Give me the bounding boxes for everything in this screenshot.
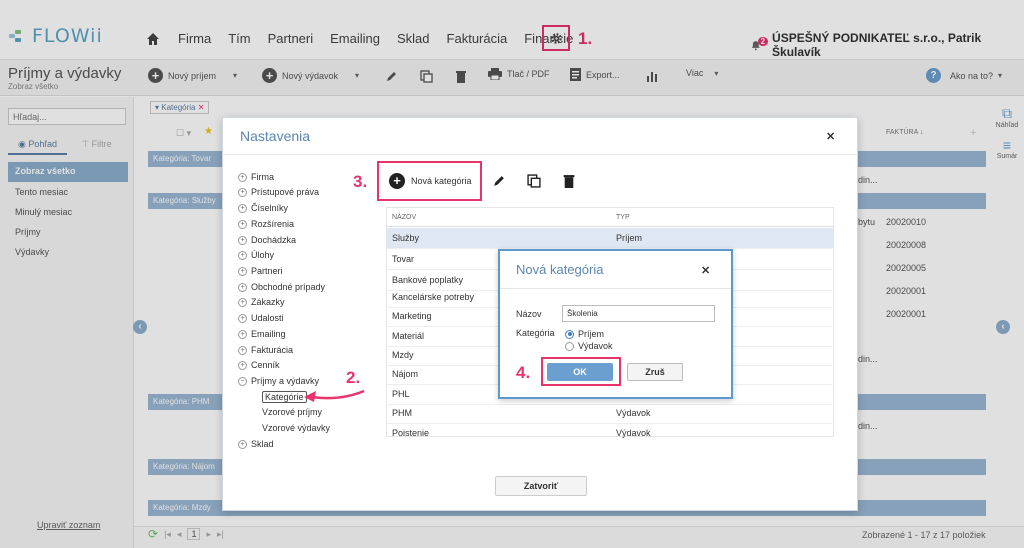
trash-icon[interactable]	[562, 174, 576, 188]
copy-icon[interactable]	[527, 174, 541, 188]
plus-circle-icon: +	[238, 172, 247, 182]
cell-name: Bankové poplatky	[392, 275, 464, 285]
tree-item-label: Prístupové práva	[251, 187, 320, 197]
plus-circle-icon: +	[238, 329, 247, 339]
cell-name: Marketing	[392, 311, 432, 321]
tree-subitem-template-income[interactable]: Vzorové príjmy	[262, 407, 322, 417]
tree-item-partners[interactable]: + Partneri	[238, 266, 283, 276]
tree-subitem-template-expenses[interactable]: Vzorové výdavky	[262, 423, 330, 433]
tree-item-label: Číselníky	[251, 203, 289, 213]
tree-item-firma[interactable]: + Firma	[238, 172, 274, 182]
edit-icon[interactable]	[492, 174, 506, 188]
cell-name: Služby	[392, 233, 420, 243]
plus-icon: +	[389, 173, 405, 189]
divider	[500, 288, 731, 289]
tree-item-attendance[interactable]: + Dochádzka	[238, 235, 296, 245]
cell-name: Nájom	[392, 369, 419, 379]
tree-item-label: Obchodné prípady	[251, 282, 326, 292]
cell-name: Kancelárske potreby	[392, 292, 475, 302]
radio-expense[interactable]: Výdavok	[565, 341, 613, 351]
tree-item-label: Udalosti	[251, 313, 284, 323]
cell-name: Mzdy	[392, 350, 414, 360]
callout-4: 4.	[516, 363, 531, 382]
plus-circle-icon: +	[238, 282, 247, 292]
column-header-name[interactable]: NÁZOV	[392, 214, 416, 221]
tree-item-emailing[interactable]: + Emailing	[238, 329, 286, 339]
tree-item-label: Sklad	[251, 439, 274, 449]
tree-item-warehouse[interactable]: + Sklad	[238, 439, 274, 449]
cell-name: Poistenie	[392, 428, 430, 438]
tree-item-codelists[interactable]: + Číselníky	[238, 203, 288, 213]
tree-item-label: Cenník	[251, 360, 280, 370]
cell-name: Tovar	[392, 254, 415, 264]
tree-item-label: Firma	[251, 172, 274, 182]
plus-circle-icon: +	[238, 235, 247, 245]
tree-item-label: Rozšírenia	[251, 219, 295, 229]
tree-item-invoicing[interactable]: + Fakturácia	[238, 345, 293, 355]
plus-circle-icon: +	[238, 345, 247, 355]
tree-item-label: Partneri	[251, 266, 283, 276]
close-button[interactable]: Zatvoriť	[495, 476, 587, 496]
tree-item-extensions[interactable]: + Rozšírenia	[238, 219, 294, 229]
cell-type: Príjem	[616, 233, 643, 243]
tree-item-events[interactable]: + Udalosti	[238, 313, 284, 323]
ok-button[interactable]: OK	[547, 363, 613, 381]
name-label: Názov	[516, 309, 542, 319]
tree-item-label: Zákazky	[251, 297, 285, 307]
plus-circle-icon: +	[238, 203, 247, 213]
tree-item-label: Fakturácia	[251, 345, 294, 355]
tree-item-orders[interactable]: + Zákazky	[238, 297, 285, 307]
tree-item-access[interactable]: + Prístupové práva	[238, 187, 319, 197]
callout-3: 3.	[353, 172, 368, 191]
table-row[interactable]: Služby Príjem	[386, 228, 834, 249]
radio-income-label: Príjem	[578, 329, 605, 339]
plus-circle-icon: +	[238, 439, 247, 449]
table-row[interactable]: PHM Výdavok	[386, 403, 834, 424]
plus-circle-icon: +	[238, 360, 247, 370]
new-category-label: Nová kategória	[411, 176, 472, 186]
divider	[222, 154, 858, 155]
cell-type: Výdavok	[616, 428, 651, 438]
radio-income[interactable]: Príjem	[565, 329, 604, 339]
new-category-button[interactable]: + Nová kategória	[377, 161, 482, 201]
close-icon[interactable]: ✕	[826, 130, 835, 143]
cell-name: PHM	[392, 408, 412, 418]
tree-item-label: Úlohy	[251, 250, 275, 260]
settings-title: Nastavenia	[240, 128, 311, 144]
tree-item-pricelist[interactable]: + Cenník	[238, 360, 280, 370]
plus-circle-icon: +	[238, 219, 247, 229]
minus-circle-icon: −	[238, 376, 247, 386]
close-icon[interactable]: ✕	[701, 264, 710, 277]
tree-item-label: Dochádzka	[251, 235, 297, 245]
radio-selected-icon	[565, 329, 574, 339]
radio-expense-label: Výdavok	[578, 341, 613, 351]
cancel-button[interactable]: Zruš	[627, 363, 683, 381]
table-row[interactable]: Poistenie Výdavok	[386, 423, 834, 438]
column-header-type[interactable]: TYP	[616, 214, 630, 221]
plus-circle-icon: +	[238, 250, 247, 260]
plus-circle-icon: +	[238, 187, 247, 197]
cell-name: Materiál	[392, 331, 425, 341]
arrow-annotation	[304, 389, 365, 402]
tree-item-deals[interactable]: + Obchodné prípady	[238, 282, 325, 292]
plus-circle-icon: +	[238, 266, 247, 276]
plus-circle-icon: +	[238, 297, 247, 307]
tree-item-label: Emailing	[251, 329, 286, 339]
cell-type: Výdavok	[616, 408, 651, 418]
radio-unselected-icon	[565, 341, 574, 351]
plus-circle-icon: +	[238, 313, 247, 323]
new-category-title: Nová kategória	[516, 262, 604, 277]
tree-item-tasks[interactable]: + Úlohy	[238, 250, 274, 260]
category-name-input[interactable]	[562, 305, 715, 322]
category-label: Kategória	[516, 328, 555, 338]
cell-name: PHL	[392, 389, 410, 399]
table-header: NÁZOV TYP	[386, 207, 834, 227]
